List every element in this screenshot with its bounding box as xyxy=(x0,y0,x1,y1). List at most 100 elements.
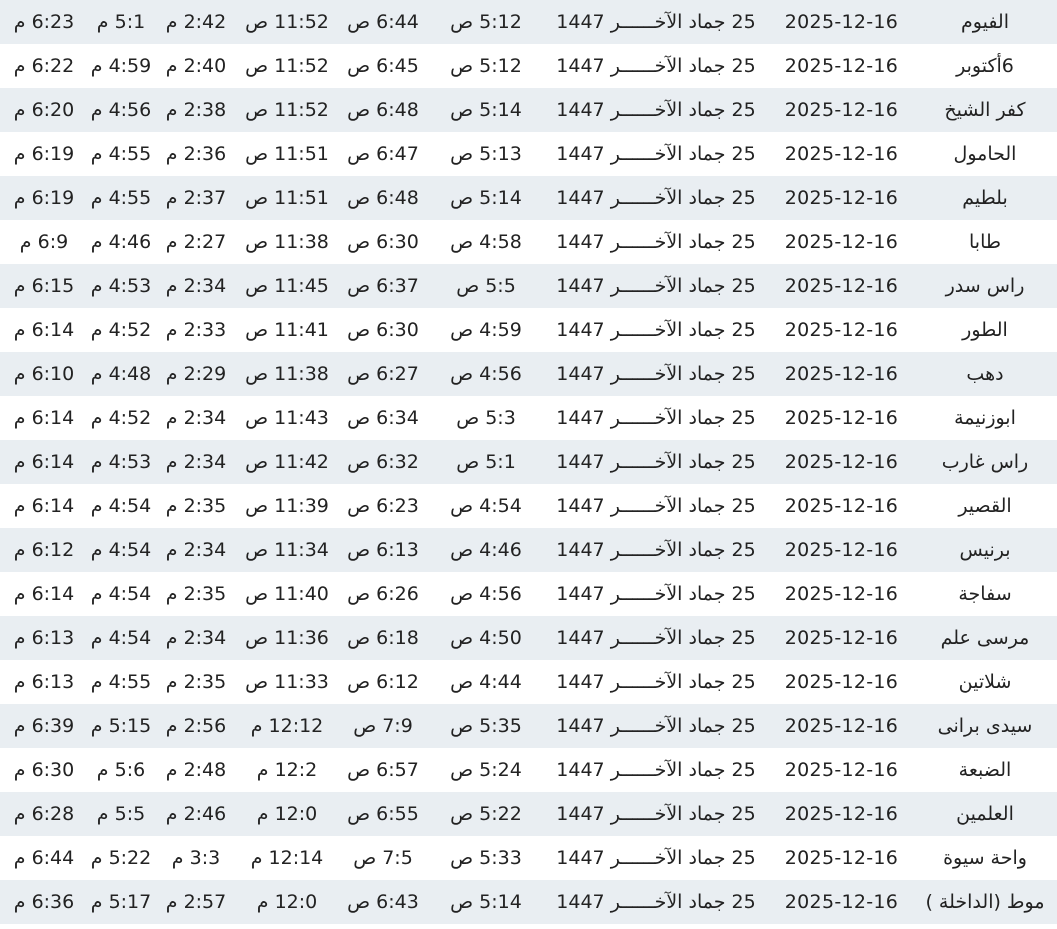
asr-time: 2:35 م xyxy=(165,583,227,605)
city-name: العلمين xyxy=(956,803,1014,825)
sunrise-time: 6:55 ص xyxy=(347,803,419,825)
isha-time-cell: 6:14 م xyxy=(0,440,88,484)
dhuhr-time-cell: 11:42 ص xyxy=(238,440,336,484)
gregorian-date: 2025-12-16 xyxy=(784,187,899,209)
sunrise-time: 6:30 ص xyxy=(347,319,419,341)
isha-time-cell: 6:12 م xyxy=(0,528,88,572)
maghrib-time: 5:1 م xyxy=(96,11,146,33)
maghrib-time-cell: 4:59 م xyxy=(88,44,154,88)
fajr-time-cell: 5:35 ص xyxy=(430,704,542,748)
asr-time: 3:3 م xyxy=(171,847,221,869)
city-name-cell: واحة سيوة xyxy=(913,836,1057,880)
fajr-time-cell: 4:58 ص xyxy=(430,220,542,264)
sunrise-time-cell: 6:32 ص xyxy=(336,440,430,484)
city-name-cell: بلطيم xyxy=(913,176,1057,220)
asr-time: 2:34 م xyxy=(165,451,227,473)
city-name-cell: موط (الداخلة ) xyxy=(913,880,1057,924)
maghrib-time: 4:54 م xyxy=(90,539,152,561)
hijri-date-cell: 25 جماد الآخــــــر 1447 xyxy=(542,352,770,396)
hijri-date-cell: 25 جماد الآخــــــر 1447 xyxy=(542,836,770,880)
gregorian-date: 2025-12-16 xyxy=(784,363,899,385)
dhuhr-time-cell: 11:38 ص xyxy=(238,220,336,264)
asr-time-cell: 2:34 م xyxy=(154,264,238,308)
sunrise-time-cell: 6:43 ص xyxy=(336,880,430,924)
city-name-cell: سيدى برانى xyxy=(913,704,1057,748)
city-name-cell: راس سدر xyxy=(913,264,1057,308)
hijri-date-cell: 25 جماد الآخــــــر 1447 xyxy=(542,44,770,88)
maghrib-time-cell: 4:55 م xyxy=(88,660,154,704)
hijri-date: 25 جماد الآخــــــر 1447 xyxy=(556,187,756,209)
table-row: 6:14 م 4:52 م 2:34 م 11:43 ص 6:34 ص 5:3 ص 25 ج… xyxy=(0,396,1057,440)
fajr-time: 5:14 ص xyxy=(450,187,522,209)
city-name: ابوزنيمة xyxy=(954,407,1016,429)
gregorian-date-cell: 2025-12-16 xyxy=(770,792,913,836)
maghrib-time: 4:53 م xyxy=(90,275,152,297)
isha-time-cell: 6:10 م xyxy=(0,352,88,396)
city-name-cell: دهب xyxy=(913,352,1057,396)
city-name: القصير xyxy=(958,495,1012,517)
sunrise-time: 7:5 ص xyxy=(353,847,413,869)
maghrib-time: 4:55 م xyxy=(90,187,152,209)
isha-time-cell: 6:36 م xyxy=(0,880,88,924)
gregorian-date-cell: 2025-12-16 xyxy=(770,264,913,308)
asr-time: 2:34 م xyxy=(165,539,227,561)
city-name: واحة سيوة xyxy=(943,847,1027,869)
city-name-cell: القصير xyxy=(913,484,1057,528)
gregorian-date-cell: 2025-12-16 xyxy=(770,0,913,44)
sunrise-time: 6:44 ص xyxy=(347,11,419,33)
maghrib-time: 4:52 م xyxy=(90,319,152,341)
asr-time-cell: 2:35 م xyxy=(154,572,238,616)
dhuhr-time: 11:45 ص xyxy=(245,275,329,297)
hijri-date-cell: 25 جماد الآخــــــر 1447 xyxy=(542,396,770,440)
gregorian-date-cell: 2025-12-16 xyxy=(770,220,913,264)
hijri-date: 25 جماد الآخــــــر 1447 xyxy=(556,451,756,473)
hijri-date-cell: 25 جماد الآخــــــر 1447 xyxy=(542,792,770,836)
table-row: 6:14 م 4:53 م 2:34 م 11:42 ص 6:32 ص 5:1 ص 25 ج… xyxy=(0,440,1057,484)
maghrib-time-cell: 4:56 م xyxy=(88,88,154,132)
fajr-time: 4:58 ص xyxy=(450,231,522,253)
dhuhr-time-cell: 11:52 ص xyxy=(238,0,336,44)
table-row: 6:9 م 4:46 م 2:27 م 11:38 ص 6:30 ص 4:58 ص 25 ج… xyxy=(0,220,1057,264)
city-name: راس سدر xyxy=(945,275,1025,297)
maghrib-time: 5:17 م xyxy=(90,891,152,913)
gregorian-date: 2025-12-16 xyxy=(784,803,899,825)
gregorian-date: 2025-12-16 xyxy=(784,275,899,297)
fajr-time: 5:12 ص xyxy=(450,55,522,77)
dhuhr-time-cell: 11:33 ص xyxy=(238,660,336,704)
fajr-time: 5:3 ص xyxy=(456,407,516,429)
hijri-date: 25 جماد الآخــــــر 1447 xyxy=(556,715,756,737)
asr-time: 2:29 م xyxy=(165,363,227,385)
sunrise-time: 6:34 ص xyxy=(347,407,419,429)
fajr-time: 4:46 ص xyxy=(450,539,522,561)
gregorian-date: 2025-12-16 xyxy=(784,847,899,869)
gregorian-date-cell: 2025-12-16 xyxy=(770,440,913,484)
maghrib-time: 5:22 م xyxy=(90,847,152,869)
isha-time: 6:12 م xyxy=(13,539,75,561)
hijri-date-cell: 25 جماد الآخــــــر 1447 xyxy=(542,88,770,132)
asr-time-cell: 2:56 م xyxy=(154,704,238,748)
isha-time-cell: 6:20 م xyxy=(0,88,88,132)
dhuhr-time-cell: 11:36 ص xyxy=(238,616,336,660)
dhuhr-time-cell: 12:0 م xyxy=(238,880,336,924)
isha-time-cell: 6:44 م xyxy=(0,836,88,880)
maghrib-time-cell: 4:54 م xyxy=(88,528,154,572)
city-name-cell: ابوزنيمة xyxy=(913,396,1057,440)
asr-time-cell: 2:37 م xyxy=(154,176,238,220)
isha-time: 6:15 م xyxy=(13,275,75,297)
sunrise-time-cell: 6:30 ص xyxy=(336,220,430,264)
dhuhr-time: 12:0 م xyxy=(256,803,318,825)
maghrib-time: 4:59 م xyxy=(90,55,152,77)
asr-time-cell: 2:35 م xyxy=(154,484,238,528)
maghrib-time-cell: 4:48 م xyxy=(88,352,154,396)
maghrib-time-cell: 4:52 م xyxy=(88,396,154,440)
dhuhr-time-cell: 12:12 م xyxy=(238,704,336,748)
city-name: موط (الداخلة ) xyxy=(925,891,1045,913)
dhuhr-time: 11:52 ص xyxy=(245,55,329,77)
city-name-cell: برنيس xyxy=(913,528,1057,572)
isha-time: 6:20 م xyxy=(13,99,75,121)
isha-time-cell: 6:15 م xyxy=(0,264,88,308)
sunrise-time-cell: 6:13 ص xyxy=(336,528,430,572)
asr-time-cell: 2:33 م xyxy=(154,308,238,352)
maghrib-time-cell: 5:15 م xyxy=(88,704,154,748)
maghrib-time: 4:55 م xyxy=(90,671,152,693)
